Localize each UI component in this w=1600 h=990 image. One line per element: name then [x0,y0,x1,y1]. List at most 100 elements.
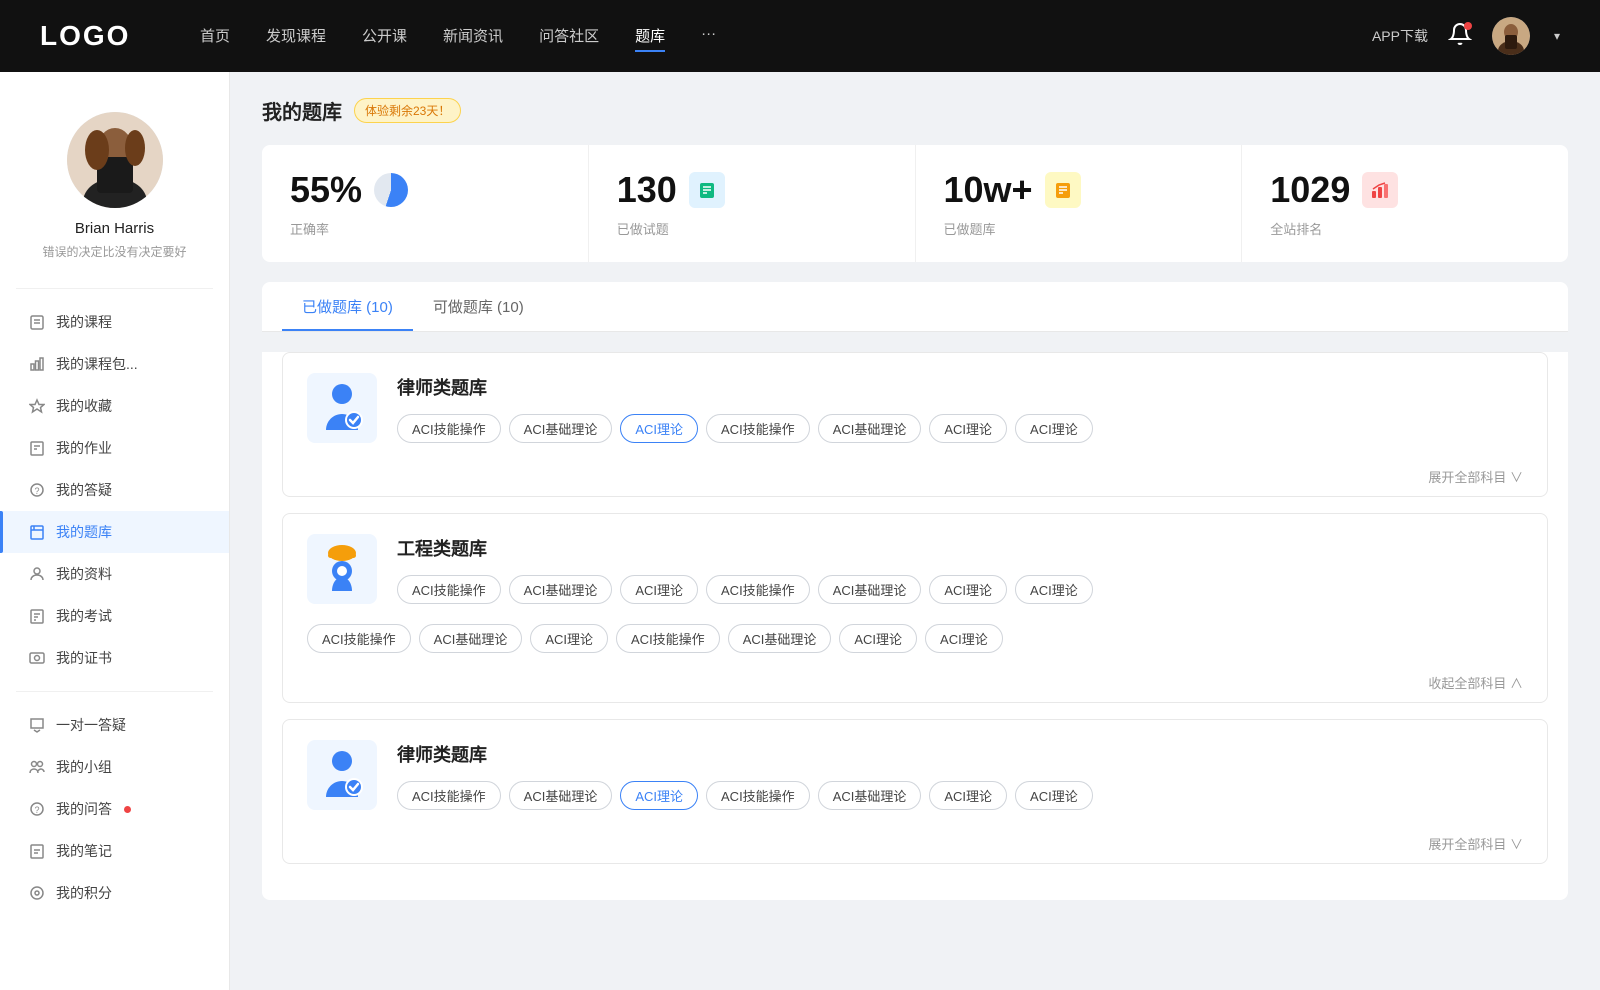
bank-tag[interactable]: ACI理论 [1015,781,1093,810]
bank-card-engineer: 工程类题库 ACI技能操作 ACI基础理论 ACI理论 ACI技能操作 ACI基… [282,513,1548,703]
stat-done-banks: 10w+ 已做题库 [916,145,1243,262]
stat-done-value: 130 [617,169,677,211]
nav-discover[interactable]: 发现课程 [266,21,326,52]
sidebar-item-exam-label: 我的考试 [56,606,112,626]
sidebar-item-course-pack[interactable]: 我的课程包... [0,343,229,385]
sidebar-item-one-on-one[interactable]: 一对一答疑 [0,704,229,746]
bank-tag[interactable]: ACI理论 [1015,575,1093,604]
stat-accuracy-value: 55% [290,169,362,211]
tab-done-banks[interactable]: 已做题库 (10) [282,282,413,331]
stat-rank-label: 全站排名 [1270,219,1540,238]
sidebar-item-bank-label: 我的题库 [56,522,112,542]
bank-tag[interactable]: ACI技能操作 [397,781,501,810]
stat-done-label: 已做试题 [617,219,887,238]
nav-right: APP下载 ▾ [1372,17,1560,55]
nav-news[interactable]: 新闻资讯 [443,21,503,52]
bank-tag[interactable]: ACI理论 [1015,414,1093,443]
stat-banks-label: 已做题库 [944,219,1214,238]
sidebar-item-group-label: 我的小组 [56,757,112,777]
engineer-bank-icon-wrap [307,534,377,604]
svg-text:?: ? [35,805,40,815]
avatar[interactable] [1492,17,1530,55]
question-icon: ? [28,481,46,499]
bank-tag[interactable]: ACI理论 [839,624,917,653]
nav-more[interactable]: ··· [701,21,716,52]
page-title: 我的题库 [262,96,342,125]
bank-tag[interactable]: ACI基础理论 [818,575,922,604]
accuracy-pie-chart [374,173,408,207]
bank-title-lawyer2: 律师类题库 [397,741,1523,767]
bank-tag[interactable]: ACI基础理论 [728,624,832,653]
bank-tag-active[interactable]: ACI理论 [620,781,698,810]
bank-tag[interactable]: ACI基础理论 [419,624,523,653]
sidebar-item-my-qa-label: 我的问答 [56,799,112,819]
bank-tag[interactable]: ACI理论 [925,624,1003,653]
expand-all-link-2[interactable]: 展开全部科目 ∨ [1428,834,1523,853]
avatar-chevron-icon[interactable]: ▾ [1554,29,1560,43]
sidebar-item-notes[interactable]: 我的笔记 [0,830,229,872]
bank-tag[interactable]: ACI基础理论 [509,414,613,443]
sidebar-item-favorites[interactable]: 我的收藏 [0,385,229,427]
sidebar-item-group[interactable]: 我的小组 [0,746,229,788]
sidebar-item-my-course[interactable]: 我的课程 [0,301,229,343]
sidebar-item-homework[interactable]: 我的作业 [0,427,229,469]
bank-tag[interactable]: ACI基础理论 [818,781,922,810]
bank-tag[interactable]: ACI理论 [929,575,1007,604]
expand-all-link[interactable]: 展开全部科目 ∨ [1428,467,1523,486]
bank-tag[interactable]: ACI理论 [929,781,1007,810]
bank-tag[interactable]: ACI理论 [530,624,608,653]
sidebar-avatar[interactable] [67,112,163,208]
note-icon [28,842,46,860]
banks-container: 律师类题库 ACI技能操作 ACI基础理论 ACI理论 ACI技能操作 ACI基… [262,352,1568,900]
stat-done-questions: 130 已做试题 [589,145,916,262]
bank-tag-active[interactable]: ACI理论 [620,414,698,443]
sidebar-item-ask[interactable]: ? 我的答疑 [0,469,229,511]
bank-tag[interactable]: ACI技能操作 [706,414,810,443]
sidebar-item-points-label: 我的积分 [56,883,112,903]
done-questions-icon [689,172,725,208]
sidebar-item-my-qa[interactable]: ? 我的问答 [0,788,229,830]
bank-tag[interactable]: ACI基础理论 [818,414,922,443]
bank-tag[interactable]: ACI理论 [620,575,698,604]
bank-tag[interactable]: ACI技能操作 [307,624,411,653]
nav-open-course[interactable]: 公开课 [362,21,407,52]
nav-qa[interactable]: 问答社区 [539,21,599,52]
sidebar-item-exam[interactable]: 我的考试 [0,595,229,637]
bank-card-lawyer2: 律师类题库 ACI技能操作 ACI基础理论 ACI理论 ACI技能操作 ACI基… [282,719,1548,864]
collapse-all-link[interactable]: 收起全部科目 ∧ [1428,673,1523,692]
bank-title-engineer: 工程类题库 [397,535,1523,561]
bank-tag[interactable]: ACI基础理论 [509,781,613,810]
bank-tags-engineer-row1: ACI技能操作 ACI基础理论 ACI理论 ACI技能操作 ACI基础理论 AC… [397,575,1523,604]
nav-bank[interactable]: 题库 [635,21,665,52]
sidebar-item-bank[interactable]: 我的题库 [0,511,229,553]
bank-tags-lawyer2: ACI技能操作 ACI基础理论 ACI理论 ACI技能操作 ACI基础理论 AC… [397,781,1523,810]
sidebar-item-favorites-label: 我的收藏 [56,396,112,416]
sidebar-item-notes-label: 我的笔记 [56,841,112,861]
sidebar-item-profile[interactable]: 我的资料 [0,553,229,595]
bank-tag[interactable]: ACI技能操作 [397,575,501,604]
sidebar-item-homework-label: 我的作业 [56,438,112,458]
logo[interactable]: LOGO [40,20,140,52]
top-nav: LOGO 首页 发现课程 公开课 新闻资讯 问答社区 题库 ··· APP下载 … [0,0,1600,72]
notification-bell[interactable] [1448,22,1472,51]
app-download-button[interactable]: APP下载 [1372,26,1428,46]
bank-card-lawyer: 律师类题库 ACI技能操作 ACI基础理论 ACI理论 ACI技能操作 ACI基… [282,352,1548,497]
bank-tag[interactable]: ACI技能操作 [616,624,720,653]
tab-available-banks[interactable]: 可做题库 (10) [413,282,544,331]
score-icon [28,884,46,902]
bank-tag[interactable]: ACI技能操作 [706,575,810,604]
nav-home[interactable]: 首页 [200,21,230,52]
group-icon [28,758,46,776]
bank-footer-engineer: 收起全部科目 ∧ [283,669,1547,702]
sidebar-item-points[interactable]: 我的积分 [0,872,229,914]
stat-accuracy-label: 正确率 [290,219,560,238]
test-icon [28,607,46,625]
bank-tag[interactable]: ACI基础理论 [509,575,613,604]
bank-tag[interactable]: ACI技能操作 [397,414,501,443]
bank-tag[interactable]: ACI理论 [929,414,1007,443]
sidebar-item-cert[interactable]: 我的证书 [0,637,229,679]
main-layout: Brian Harris 错误的决定比没有决定要好 我的课程 我的课程包... [0,72,1600,990]
nav-menu: 首页 发现课程 公开课 新闻资讯 问答社区 题库 ··· [200,21,1372,52]
bar-icon [28,355,46,373]
bank-tag[interactable]: ACI技能操作 [706,781,810,810]
